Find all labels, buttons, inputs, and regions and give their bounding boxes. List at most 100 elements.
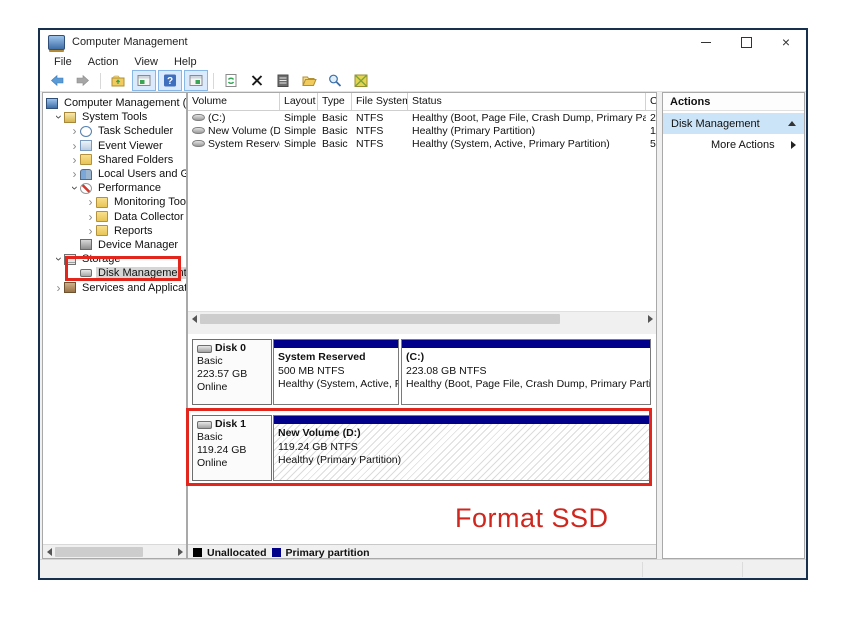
chevron-right-icon[interactable] — [69, 126, 80, 136]
properties-button[interactable] — [271, 70, 295, 91]
chevron-right-icon[interactable] — [85, 226, 96, 236]
show-action-pane-button[interactable] — [184, 70, 208, 91]
tree-item-device-manager[interactable]: Device Manager — [43, 238, 186, 252]
status-bar — [40, 559, 806, 578]
toolbar-separator — [213, 73, 214, 89]
scroll-left-icon[interactable] — [188, 313, 200, 325]
volume-row-system-reserved[interactable]: System Reserved Simple Basic NTFS Health… — [188, 137, 656, 150]
panel-splitter[interactable] — [188, 325, 656, 334]
minimize-button[interactable] — [686, 30, 726, 54]
tree-item-task-scheduler[interactable]: Task Scheduler — [43, 124, 186, 138]
tree-item-storage[interactable]: Storage — [43, 252, 186, 266]
users-groups-icon — [80, 169, 92, 180]
disk1-label[interactable]: Disk 1 Basic 119.24 GB Online — [192, 415, 272, 481]
chevron-down-icon[interactable] — [69, 183, 80, 193]
help-topics-icon — [353, 73, 369, 88]
refresh-button[interactable] — [219, 70, 243, 91]
menu-action[interactable]: Action — [80, 56, 127, 68]
chevron-right-icon[interactable] — [53, 283, 64, 293]
disk-management-panel: Volume Layout Type File System Status Ca… — [187, 92, 657, 559]
help-topics-button[interactable] — [349, 70, 373, 91]
toolbar: ? — [40, 70, 806, 92]
column-header-layout[interactable]: Layout — [280, 93, 318, 110]
collapse-icon[interactable] — [788, 121, 796, 126]
more-actions-item[interactable]: More Actions — [663, 134, 804, 155]
disk-icon — [197, 421, 212, 429]
partition-new-volume-d[interactable]: New Volume (D:) 119.24 GB NTFS Healthy (… — [273, 415, 651, 481]
maximize-button[interactable] — [726, 30, 766, 54]
forward-button[interactable] — [71, 70, 95, 91]
tree-item-system-tools[interactable]: System Tools — [43, 110, 186, 124]
minimize-icon — [701, 42, 711, 43]
volume-row-c[interactable]: (C:) Simple Basic NTFS Healthy (Boot, Pa… — [188, 111, 656, 124]
volume-icon — [192, 114, 205, 121]
scroll-left-icon[interactable] — [43, 546, 55, 558]
help-button[interactable]: ? — [158, 70, 182, 91]
column-header-file-system[interactable]: File System — [352, 93, 408, 110]
chevron-down-icon[interactable] — [53, 254, 64, 264]
tree-item-local-users-groups[interactable]: Local Users and Groups — [43, 167, 186, 181]
tree-item-monitoring-tools[interactable]: Monitoring Tools — [43, 195, 186, 209]
tree-item-reports[interactable]: Reports — [43, 224, 186, 238]
menu-file[interactable]: File — [46, 56, 80, 68]
status-divider — [742, 562, 743, 577]
back-button[interactable] — [45, 70, 69, 91]
tree-horizontal-scrollbar[interactable] — [43, 544, 186, 558]
up-one-level-button[interactable] — [106, 70, 130, 91]
chevron-right-icon[interactable] — [69, 169, 80, 179]
disk0-row: Disk 0 Basic 223.57 GB Online System Res… — [192, 339, 654, 405]
find-button[interactable] — [323, 70, 347, 91]
column-header-status[interactable]: Status — [408, 93, 646, 110]
window-controls: × — [686, 30, 806, 54]
volume-list-horizontal-scrollbar[interactable] — [188, 311, 656, 325]
scrollbar-thumb[interactable] — [200, 314, 560, 324]
data-collector-sets-icon — [96, 211, 108, 222]
chevron-right-icon[interactable] — [69, 155, 80, 165]
tree-item-computer-management[interactable]: Computer Management (Local — [43, 96, 186, 110]
scroll-right-icon[interactable] — [174, 546, 186, 558]
chevron-right-icon[interactable] — [85, 197, 96, 207]
disk0-label[interactable]: Disk 0 Basic 223.57 GB Online — [192, 339, 272, 405]
help-icon: ? — [162, 73, 178, 88]
monitoring-tools-icon — [96, 197, 108, 208]
scroll-right-icon[interactable] — [644, 313, 656, 325]
close-button[interactable]: × — [766, 30, 806, 54]
properties-icon — [275, 73, 291, 88]
open-folder-icon — [301, 73, 317, 88]
tree-item-shared-folders[interactable]: Shared Folders — [43, 153, 186, 167]
chevron-right-icon[interactable] — [69, 141, 80, 151]
delete-button[interactable] — [245, 70, 269, 91]
tree-item-event-viewer[interactable]: Event Viewer — [43, 139, 186, 153]
status-divider — [642, 562, 643, 577]
maximize-icon — [741, 37, 752, 48]
menu-help[interactable]: Help — [166, 56, 205, 68]
svg-text:?: ? — [167, 76, 173, 87]
disk0-partitions: System Reserved 500 MB NTFS Healthy (Sys… — [273, 339, 651, 405]
tree-item-performance[interactable]: Performance — [43, 181, 186, 195]
column-header-type[interactable]: Type — [318, 93, 352, 110]
computer-icon — [46, 98, 58, 109]
open-button[interactable] — [297, 70, 321, 91]
tree-item-data-collector-sets[interactable]: Data Collector Sets — [43, 210, 186, 224]
volume-row-new-volume-d[interactable]: New Volume (D:) Simple Basic NTFS Health… — [188, 124, 656, 137]
column-header-volume[interactable]: Volume — [188, 93, 280, 110]
actions-group-disk-management[interactable]: Disk Management — [663, 113, 804, 134]
partition-c[interactable]: (C:) 223.08 GB NTFS Healthy (Boot, Page … — [401, 339, 651, 405]
back-icon — [49, 73, 65, 88]
tree-item-disk-management[interactable]: Disk Management — [43, 266, 186, 280]
computer-management-window: Computer Management × File Action View H… — [38, 28, 808, 580]
services-icon — [64, 282, 76, 293]
column-header-capacity[interactable]: Ca — [646, 93, 657, 110]
annotation-format-ssd-label: Format SSD — [455, 503, 609, 534]
console-tree-icon — [136, 73, 152, 88]
partition-system-reserved[interactable]: System Reserved 500 MB NTFS Healthy (Sys… — [273, 339, 399, 405]
chevron-right-icon[interactable] — [85, 212, 96, 222]
show-console-tree-button[interactable] — [132, 70, 156, 91]
menu-view[interactable]: View — [126, 56, 166, 68]
reports-icon — [96, 225, 108, 236]
scrollbar-thumb[interactable] — [55, 547, 143, 557]
disk0-size: 223.57 GB — [197, 368, 267, 381]
disk1-state: Online — [197, 457, 267, 470]
chevron-down-icon[interactable] — [53, 112, 64, 122]
tree-item-services-applications[interactable]: Services and Applications — [43, 280, 186, 294]
